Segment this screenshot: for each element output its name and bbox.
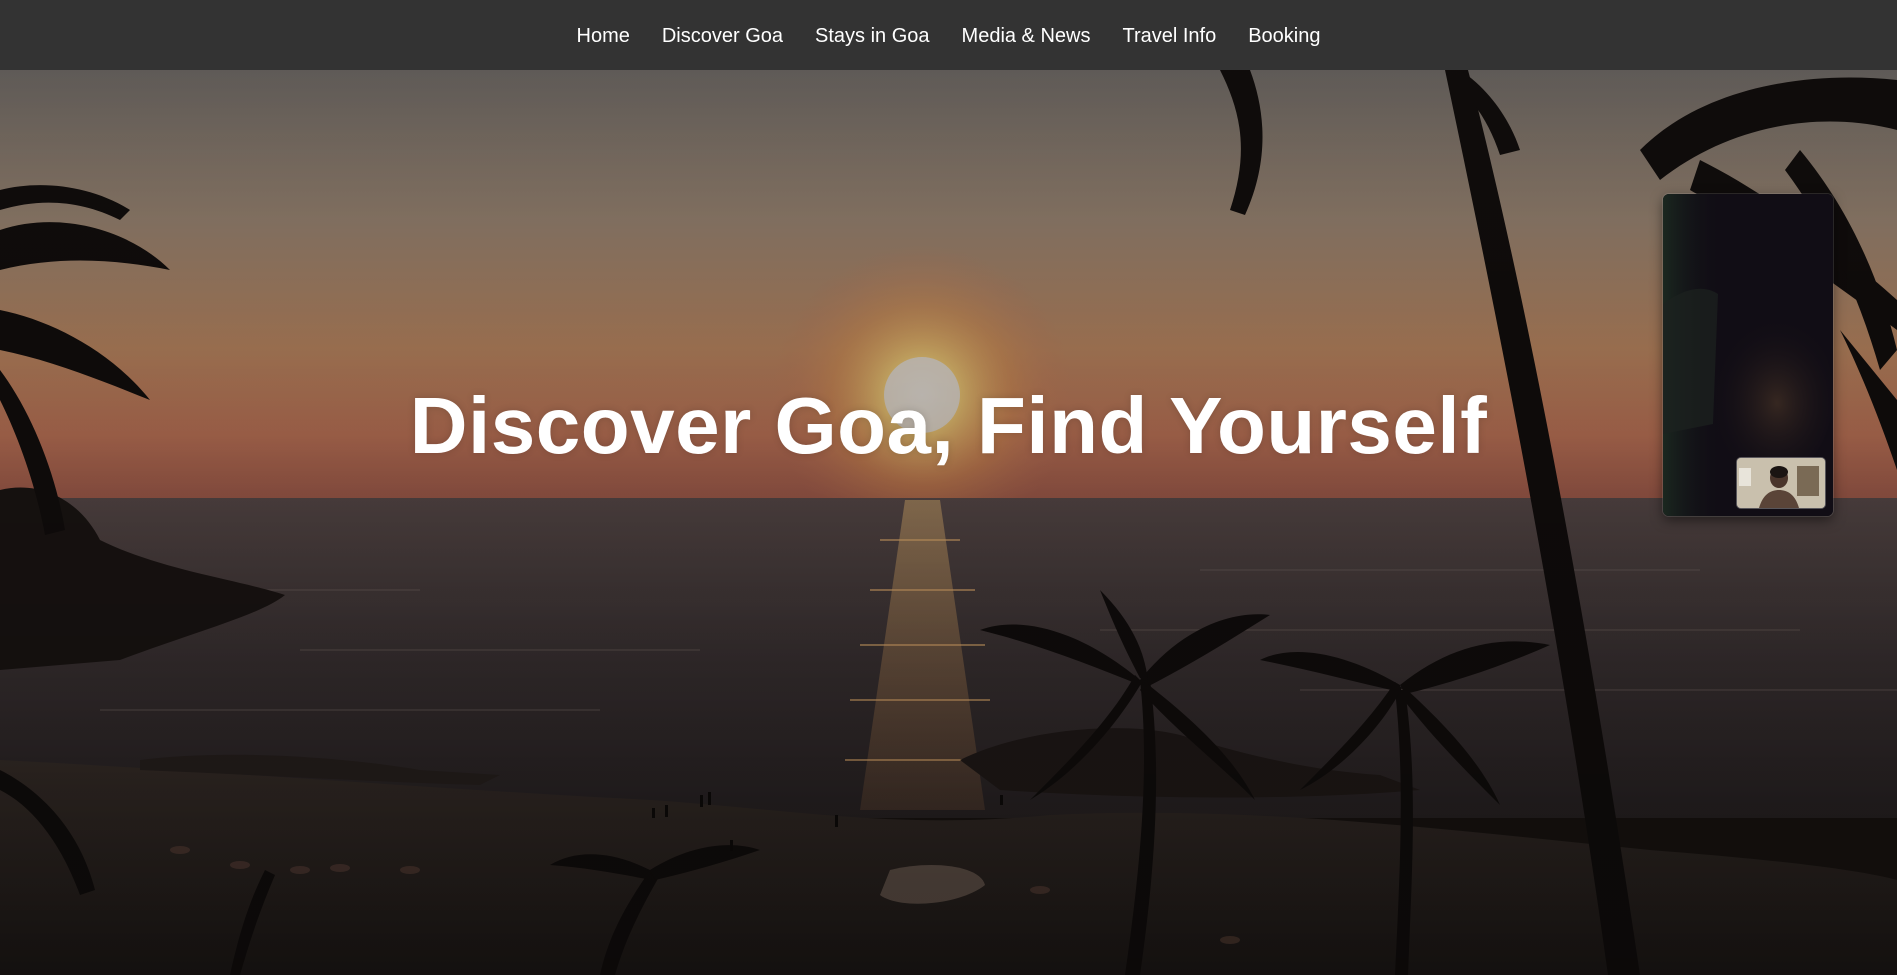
- self-view-video[interactable]: [1737, 458, 1825, 508]
- hero-title: Discover Goa, Find Yourself: [409, 381, 1488, 470]
- hero-section: Discover Goa, Find Yourself: [0, 70, 1897, 975]
- nav-home[interactable]: Home: [577, 25, 630, 48]
- nav-booking[interactable]: Booking: [1248, 25, 1320, 48]
- nav-discover-goa[interactable]: Discover Goa: [662, 25, 783, 48]
- video-call-window[interactable]: [1663, 194, 1833, 516]
- nav-stays-in-goa[interactable]: Stays in Goa: [815, 25, 930, 48]
- nav-travel-info[interactable]: Travel Info: [1122, 25, 1216, 48]
- top-navigation: Home Discover Goa Stays in Goa Media & N…: [0, 0, 1897, 70]
- hero-background-image: [0, 70, 1897, 975]
- nav-media-news[interactable]: Media & News: [962, 25, 1091, 48]
